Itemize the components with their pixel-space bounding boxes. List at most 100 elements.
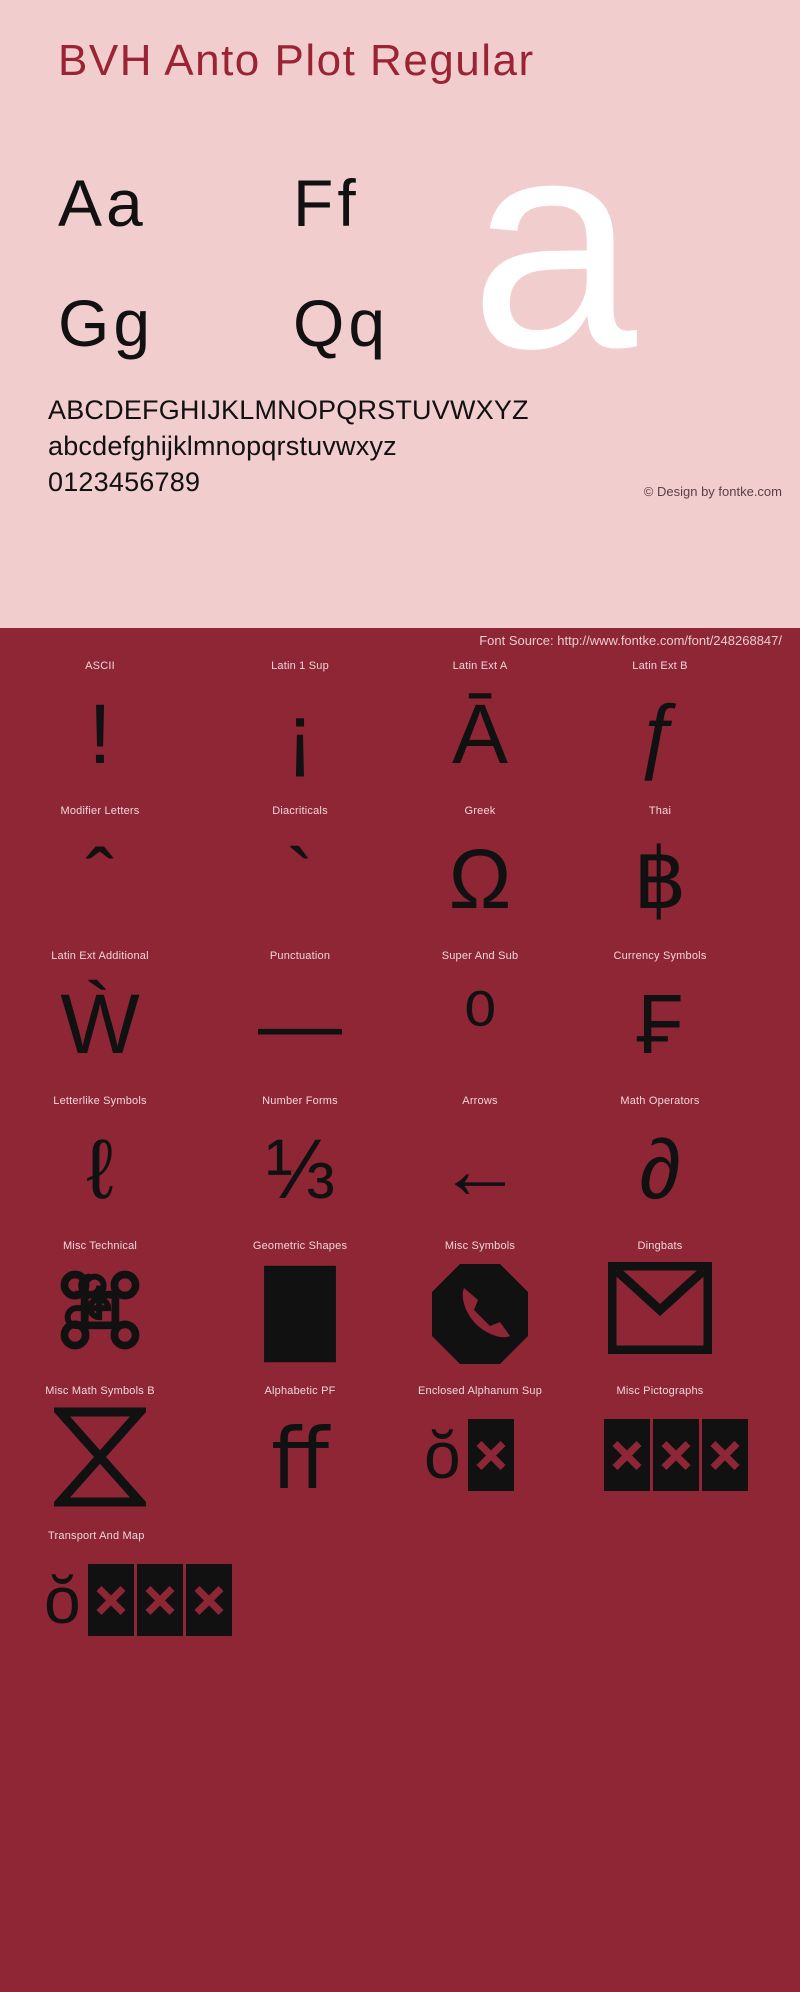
missing-glyph-box — [185, 1564, 232, 1636]
block-label: Modifier Letters — [60, 805, 140, 817]
sample-glyph-grid: Aa Ff Gg Qq — [58, 170, 478, 400]
block-label: Misc Math Symbols B — [45, 1385, 155, 1397]
block-row: ASCII ! Latin 1 Sup ¡ Latin Ext A Ā Lati… — [0, 660, 800, 805]
missing-glyph-box — [702, 1419, 748, 1491]
block-glyph: ← — [438, 1122, 522, 1216]
block-label: Arrows — [462, 1095, 498, 1107]
block-cell-thai: Thai ฿ — [560, 805, 760, 950]
missing-glyph-box — [653, 1419, 699, 1491]
block-glyph: — — [258, 977, 342, 1071]
block-label: Latin Ext B — [632, 660, 688, 672]
block-label: Misc Symbols — [444, 1240, 516, 1252]
envelope-icon — [560, 1262, 760, 1354]
block-label: Latin 1 Sup — [271, 660, 329, 672]
block-label: Latin Ext Additional — [51, 950, 149, 962]
command-icon — [0, 1262, 200, 1358]
block-cell-enclosed-alphanum-sup: Enclosed Alphanum Sup ŏ — [380, 1385, 580, 1530]
block-cell-latin-ext-additional: Latin Ext Additional Ẁ — [0, 950, 200, 1095]
sample-pair: Aa — [58, 166, 147, 240]
block-row: Letterlike Symbols ℓ Number Forms ⅓ Arro… — [0, 1095, 800, 1240]
block-glyph: ⁰ — [463, 977, 497, 1071]
sample-pair: Qq — [293, 286, 390, 360]
block-cell-misc-technical: Misc Technical — [0, 1240, 200, 1385]
block-cell-currency-symbols: Currency Symbols ₣ — [560, 950, 760, 1095]
missing-glyph-box — [136, 1564, 183, 1636]
unicode-block-grid: ASCII ! Latin 1 Sup ¡ Latin Ext A Ā Lati… — [0, 660, 800, 1675]
block-glyph: ℓ — [86, 1122, 114, 1216]
block-label: Dingbats — [637, 1240, 683, 1252]
breve-o-glyph: ŏ — [424, 1418, 461, 1492]
block-glyph: ﬀ — [271, 1412, 329, 1506]
block-glyph: Ẁ — [60, 977, 140, 1071]
block-label: Geometric Shapes — [252, 1240, 348, 1252]
block-cell-misc-pictographs: Misc Pictographs — [560, 1385, 760, 1530]
block-cell-letterlike-symbols: Letterlike Symbols ℓ — [0, 1095, 200, 1240]
block-cell-super-and-sub: Super And Sub ⁰ — [380, 950, 580, 1095]
block-label: Latin Ext A — [452, 660, 508, 672]
missing-glyph-box — [604, 1419, 650, 1491]
block-cell-modifier-letters: Modifier Letters ˆ — [0, 805, 200, 950]
breve-o-glyph: ŏ — [44, 1563, 81, 1637]
block-label: Thai — [648, 805, 672, 817]
block-glyph: ˆ — [86, 832, 114, 926]
block-label: Letterlike Symbols — [53, 1095, 147, 1107]
block-cell-diacriticals: Diacriticals ` — [200, 805, 400, 950]
block-glyph: ` — [286, 832, 314, 926]
missing-glyph-box — [87, 1564, 134, 1636]
block-row: Latin Ext Additional Ẁ Punctuation — Sup… — [0, 950, 800, 1095]
block-cell-latin-1-sup: Latin 1 Sup ¡ — [200, 660, 400, 805]
hourglass-icon — [0, 1407, 200, 1507]
block-cell-latin-ext-a: Latin Ext A Ā — [380, 660, 580, 805]
font-source-link[interactable]: Font Source: http://www.fontke.com/font/… — [479, 633, 782, 648]
block-cell-number-forms: Number Forms ⅓ — [200, 1095, 400, 1240]
block-label: Math Operators — [620, 1095, 700, 1107]
hero-glyph: a — [470, 128, 637, 358]
missing-glyph-run: ŏ — [0, 1564, 260, 1636]
block-label: Enclosed Alphanum Sup — [417, 1385, 543, 1397]
block-label: Number Forms — [262, 1095, 338, 1107]
block-glyph: ⅓ — [264, 1122, 336, 1216]
missing-glyph-run — [560, 1419, 800, 1491]
block-label: Punctuation — [269, 950, 331, 962]
block-glyph: ฿ — [633, 832, 687, 926]
filled-square-icon — [200, 1262, 400, 1366]
block-glyph: ! — [88, 687, 112, 781]
block-cell-misc-math-symbols-b: Misc Math Symbols B — [0, 1385, 200, 1530]
block-row: Modifier Letters ˆ Diacriticals ` Greek … — [0, 805, 800, 950]
block-glyph: ¡ — [286, 687, 314, 781]
block-cell-punctuation: Punctuation — — [200, 950, 400, 1095]
block-row: Transport And Map ŏ — [0, 1530, 800, 1675]
sample-pair: Gg — [58, 286, 155, 360]
block-cell-ascii: ASCII ! — [0, 660, 200, 805]
font-source-bar: Font Source: http://www.fontke.com/font/… — [0, 628, 800, 656]
block-label: Alphabetic PF — [264, 1385, 336, 1397]
block-cell-transport-and-map: Transport And Map ŏ — [0, 1530, 232, 1675]
block-label: Super And Sub — [441, 950, 519, 962]
block-label: Currency Symbols — [613, 950, 707, 962]
block-label: Greek — [464, 805, 496, 817]
block-cell-misc-symbols: Misc Symbols — [380, 1240, 580, 1385]
block-row: Misc Math Symbols B Alphabetic PF ﬀ Encl… — [0, 1385, 800, 1530]
block-glyph: ƒ — [636, 687, 684, 781]
block-cell-alphabetic-pf: Alphabetic PF ﬀ — [200, 1385, 400, 1530]
block-glyph: Ω — [448, 832, 512, 926]
block-label: Misc Pictographs — [616, 1385, 704, 1397]
block-cell-math-operators: Math Operators ∂ — [560, 1095, 760, 1240]
block-label: ASCII — [85, 660, 115, 672]
block-label: Diacriticals — [272, 805, 328, 817]
block-label: Misc Technical — [62, 1240, 138, 1252]
block-cell-greek: Greek Ω — [380, 805, 580, 950]
block-glyph: Ā — [451, 687, 509, 781]
font-specimen-page: BVH Anto Plot Regular Aa Ff Gg Qq a ABCD… — [0, 0, 800, 1992]
block-cell-arrows: Arrows ← — [380, 1095, 580, 1240]
block-row: Misc Technical Geometric Shapes Misc Sym… — [0, 1240, 800, 1385]
block-label: Transport And Map — [48, 1530, 145, 1542]
block-cell-dingbats: Dingbats — [560, 1240, 760, 1385]
alphabet-lowercase: abcdefghijklmnopqrstuvwxyz — [48, 431, 397, 461]
block-cell-geometric-shapes: Geometric Shapes — [200, 1240, 400, 1385]
design-credit: © Design by fontke.com — [643, 484, 782, 499]
block-glyph: ∂ — [639, 1122, 681, 1216]
missing-glyph-box — [467, 1419, 514, 1491]
alphabet-uppercase: ABCDEFGHIJKLMNOPQRSTUVWXYZ — [48, 395, 529, 425]
block-glyph: ₣ — [636, 977, 684, 1071]
